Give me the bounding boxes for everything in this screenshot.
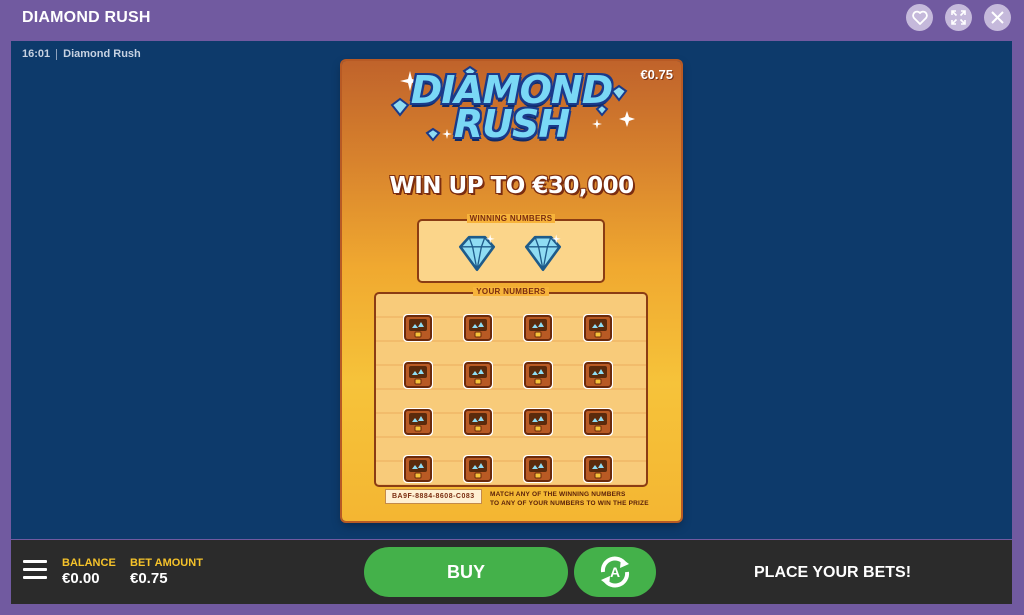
your-number-3[interactable]: [518, 306, 558, 346]
favorite-button[interactable]: [906, 4, 933, 31]
treasure-chest-icon: [583, 314, 613, 342]
your-number-1[interactable]: [398, 306, 438, 346]
your-number-10[interactable]: [458, 400, 498, 440]
treasure-chest-icon: [463, 314, 493, 342]
treasure-chest-icon: [403, 408, 433, 436]
balance-label: BALANCE: [62, 557, 116, 569]
close-button[interactable]: [984, 4, 1011, 31]
treasure-chest-icon: [463, 408, 493, 436]
heart-icon: [911, 10, 928, 25]
your-number-6[interactable]: [458, 353, 498, 393]
your-number-14[interactable]: [458, 447, 498, 487]
bottom-bar: BALANCE €0.00 BET AMOUNT €0.75 BUY A PLA…: [11, 540, 1012, 604]
your-number-5[interactable]: [398, 353, 438, 393]
diamond-icon: [524, 234, 562, 272]
game-area: 16:01 Diamond Rush €0.75 DIAMOND RUSH WI…: [11, 41, 1012, 539]
top-actions: [906, 4, 1011, 31]
expand-icon: [951, 10, 966, 25]
your-number-16[interactable]: [578, 447, 618, 487]
treasure-chest-icon: [523, 455, 553, 483]
treasure-chest-icon: [403, 361, 433, 389]
logo-line2: RUSH: [453, 102, 570, 146]
your-number-12[interactable]: [578, 400, 618, 440]
winning-numbers-label: WINNING NUMBERS: [419, 214, 603, 223]
close-icon: [991, 11, 1004, 24]
autoplay-button[interactable]: A: [574, 547, 656, 597]
treasure-chest-icon: [583, 455, 613, 483]
winning-number-1[interactable]: [455, 231, 499, 280]
winning-numbers-box: WINNING NUMBERS: [417, 214, 605, 283]
your-numbers-label: YOUR NUMBERS: [376, 287, 646, 296]
treasure-chest-icon: [463, 361, 493, 389]
clock-time: 16:01: [22, 48, 51, 60]
your-numbers-box: YOUR NUMBERS: [374, 287, 648, 487]
hamburger-menu-icon[interactable]: [23, 560, 47, 580]
treasure-chest-icon: [523, 361, 553, 389]
treasure-chest-icon: [403, 314, 433, 342]
bet-amount[interactable]: BET AMOUNT €0.75: [130, 557, 203, 587]
diamond-icon: [458, 234, 496, 272]
treasure-chest-icon: [403, 455, 433, 483]
divider: [56, 48, 58, 60]
your-numbers-grid: [398, 306, 618, 487]
your-number-13[interactable]: [398, 447, 438, 487]
treasure-chest-icon: [583, 408, 613, 436]
your-number-9[interactable]: [398, 400, 438, 440]
your-number-11[interactable]: [518, 400, 558, 440]
scratch-ticket[interactable]: €0.75 DIAMOND RUSH WIN UP TO €30,000 WIN…: [342, 61, 681, 521]
bet-amount-value: €0.75: [130, 570, 168, 587]
top-bar: DIAMOND RUSH: [0, 0, 1024, 40]
autoplay-icon: A: [600, 556, 630, 588]
fullscreen-button[interactable]: [945, 4, 972, 31]
your-number-15[interactable]: [518, 447, 558, 487]
treasure-chest-icon: [583, 361, 613, 389]
svg-text:A: A: [610, 564, 620, 580]
balance-value: €0.00: [62, 570, 100, 587]
bet-amount-label: BET AMOUNT: [130, 557, 203, 569]
ticket-serial: BA9F-8884-8608-C083: [385, 489, 482, 504]
your-number-8[interactable]: [578, 353, 618, 393]
treasure-chest-icon: [523, 408, 553, 436]
your-number-7[interactable]: [518, 353, 558, 393]
game-name: Diamond Rush: [63, 48, 141, 60]
winning-number-2[interactable]: [521, 231, 565, 280]
headline: WIN UP TO €30,000: [389, 173, 634, 199]
your-number-2[interactable]: [458, 306, 498, 346]
status-message: PLACE YOUR BETS!: [754, 564, 912, 581]
your-number-4[interactable]: [578, 306, 618, 346]
balance: BALANCE €0.00: [62, 557, 116, 587]
treasure-chest-icon: [463, 455, 493, 483]
instructions: MATCH ANY OF THE WINNING NUMBERS TO ANY …: [490, 490, 649, 508]
game-info: 16:01 Diamond Rush: [22, 48, 141, 60]
buy-button[interactable]: BUY: [364, 547, 568, 597]
treasure-chest-icon: [523, 314, 553, 342]
app-title: DIAMOND RUSH: [22, 9, 151, 26]
instructions-line1: MATCH ANY OF THE WINNING NUMBERS: [490, 491, 626, 498]
instructions-line2: TO ANY OF YOUR NUMBERS TO WIN THE PRIZE: [490, 500, 649, 507]
winning-gems: [455, 231, 565, 280]
